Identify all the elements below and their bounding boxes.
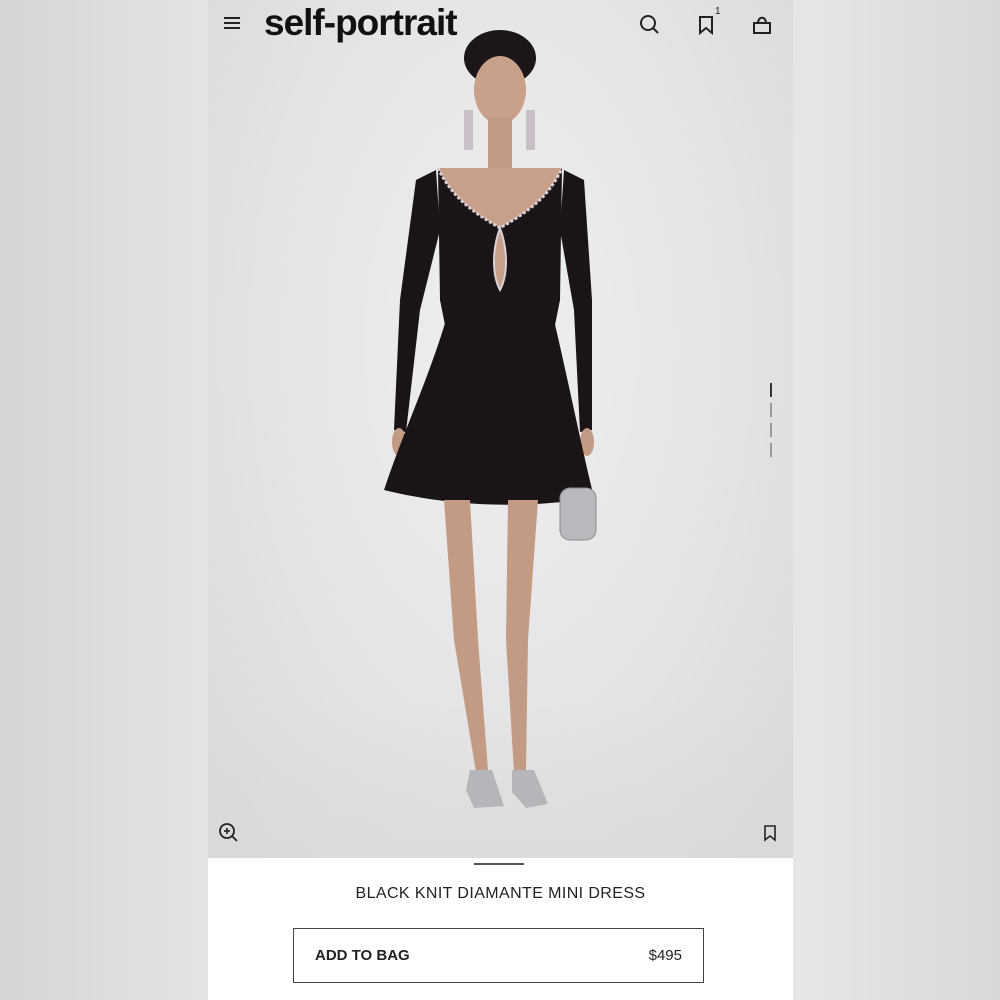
model-figure xyxy=(384,30,597,808)
zoom-in-icon xyxy=(219,823,238,842)
product-sheet: BLACK KNIT DIAMANTE MINI DRESS ADD TO BA… xyxy=(208,858,793,1000)
bookmark-icon xyxy=(764,825,776,842)
bag-button[interactable] xyxy=(749,12,775,38)
gallery-dot[interactable] xyxy=(770,443,772,457)
product-price: $495 xyxy=(648,947,682,964)
sheet-grabber[interactable] xyxy=(474,863,524,865)
mobile-screen: self-portrait 1 BLACK KNIT DIAMANTE MINI… xyxy=(208,0,793,1000)
save-image-button[interactable] xyxy=(762,824,778,842)
gallery-dot[interactable] xyxy=(770,423,772,437)
brand-logo[interactable]: self-portrait xyxy=(264,2,458,44)
menu-button[interactable] xyxy=(224,14,246,36)
site-header: self-portrait 1 xyxy=(208,0,793,52)
add-to-bag-label: ADD TO BAG xyxy=(315,947,410,964)
search-button[interactable] xyxy=(637,12,663,38)
wishlist-count: 1 xyxy=(715,6,721,17)
add-to-bag-button[interactable]: ADD TO BAG $495 xyxy=(293,928,704,983)
gallery-indicator xyxy=(770,383,773,465)
product-name: BLACK KNIT DIAMANTE MINI DRESS xyxy=(355,885,646,902)
gallery-dot[interactable] xyxy=(770,403,772,417)
zoom-button[interactable] xyxy=(218,822,240,844)
search-icon xyxy=(640,15,659,34)
gallery-dot[interactable] xyxy=(770,383,772,397)
bag-icon xyxy=(753,16,771,34)
product-image[interactable]: self-portrait 1 xyxy=(208,0,793,858)
menu-icon xyxy=(224,17,240,19)
